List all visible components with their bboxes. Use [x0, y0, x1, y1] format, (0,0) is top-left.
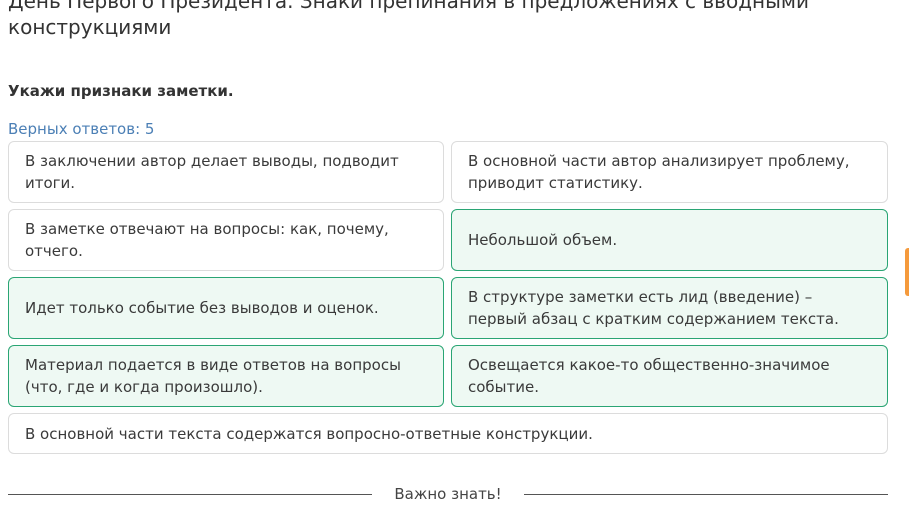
answer-option[interactable]: В заключении автор делает выводы, подвод… [8, 141, 444, 203]
answer-option-text: В заключении автор делает выводы, подвод… [25, 152, 399, 192]
answer-option-text: В основной части автор анализирует пробл… [468, 152, 850, 192]
answer-option-text: Материал подается в виде ответов на вопр… [25, 356, 401, 396]
page: День Первого Президента. Знаки препинани… [0, 0, 909, 511]
question-text: Укажи признаки заметки. [8, 82, 234, 100]
answer-option[interactable]: В основной части автор анализирует пробл… [451, 141, 888, 203]
important-divider: Важно знать! [8, 485, 889, 503]
answer-option[interactable]: В структуре заметки есть лид (введение) … [451, 277, 888, 339]
answer-option-text: В структуре заметки есть лид (введение) … [468, 288, 839, 328]
divider-line-right [523, 493, 889, 495]
answer-option[interactable]: Идет только событие без выводов и оценок… [8, 277, 444, 339]
answer-option-text: Освещается какое-то общественно-значимое… [468, 356, 830, 396]
correct-answers-count: Верных ответов: 5 [8, 120, 155, 138]
answer-option[interactable]: Материал подается в виде ответов на вопр… [8, 345, 444, 407]
answer-options: В заключении автор делает выводы, подвод… [8, 141, 888, 454]
divider-line-left [8, 493, 373, 495]
side-panel-tab[interactable] [905, 248, 909, 296]
page-title: День Первого Президента. Знаки препинани… [8, 0, 809, 39]
answer-option-text: Идет только событие без выводов и оценок… [25, 299, 379, 317]
answer-option-text: В заметке отвечают на вопросы: как, поче… [25, 220, 389, 260]
answer-option[interactable]: В основной части текста содержатся вопро… [8, 413, 888, 454]
answer-option-text: Небольшой объем. [468, 231, 618, 249]
important-label: Важно знать! [394, 485, 502, 503]
answer-option[interactable]: Освещается какое-то общественно-значимое… [451, 345, 888, 407]
answer-option-text: В основной части текста содержатся вопро… [25, 424, 593, 443]
answer-option[interactable]: Небольшой объем. [451, 209, 888, 271]
answer-option[interactable]: В заметке отвечают на вопросы: как, поче… [8, 209, 444, 271]
